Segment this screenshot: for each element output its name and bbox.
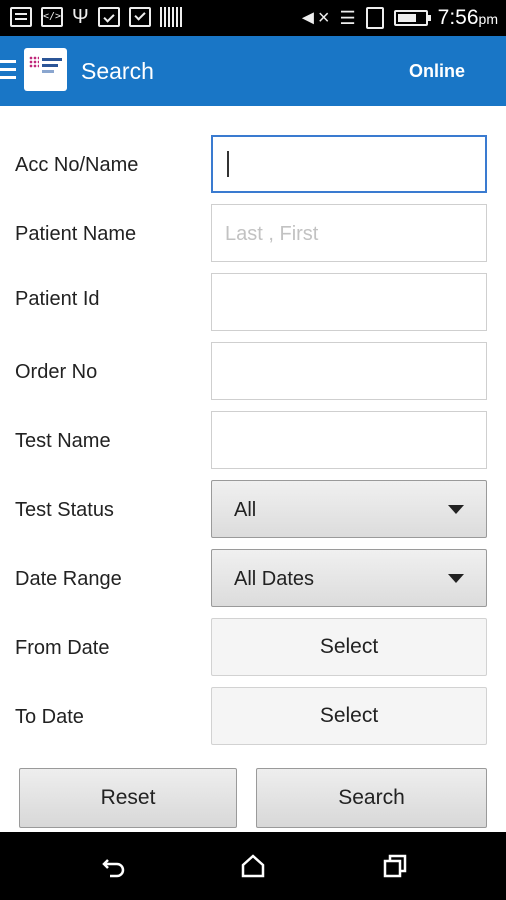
reset-button[interactable]: Reset — [19, 768, 237, 828]
sim-icon — [365, 7, 384, 29]
date-range-value: All Dates — [234, 568, 315, 590]
system-nav-bar — [0, 832, 506, 900]
from-date-button[interactable]: Select — [211, 618, 487, 676]
clipboard-check-icon — [97, 7, 120, 27]
from-date-label: From Date — [15, 637, 110, 659]
order-no-input[interactable] — [211, 342, 487, 400]
acc-label: Acc No/Name — [15, 154, 139, 176]
connection-status: Online — [408, 61, 465, 81]
patient-id-label: Patient Id — [15, 288, 100, 310]
test-name-label: Test Name — [15, 430, 111, 452]
recent-apps-icon[interactable] — [380, 851, 410, 881]
search-button[interactable]: Search — [256, 768, 487, 828]
app-logo[interactable] — [24, 48, 67, 91]
text-cursor — [227, 151, 229, 177]
battery-icon — [393, 10, 431, 26]
code-icon: </> — [41, 7, 63, 27]
patient-name-label: Patient Name — [15, 223, 137, 245]
back-icon[interactable] — [98, 851, 128, 881]
test-status-label: Test Status — [15, 499, 114, 521]
dropdown-arrow-icon — [448, 574, 464, 583]
status-bar: </> Ψ ◄× ☰ 7:56pm — [0, 0, 506, 36]
patient-id-input[interactable] — [211, 273, 487, 331]
action-bar: Search Online — [0, 36, 506, 106]
date-range-label: Date Range — [15, 568, 122, 590]
patient-name-input[interactable]: Last , First — [211, 204, 487, 262]
wifi-icon: ☰ — [339, 8, 356, 28]
image-icon — [10, 7, 32, 27]
date-range-select[interactable]: All Dates — [211, 549, 487, 607]
page-title: Search — [81, 58, 154, 84]
usb-icon: Ψ — [72, 6, 89, 28]
menu-icon[interactable] — [0, 60, 16, 80]
to-date-button[interactable]: Select — [211, 687, 487, 745]
acc-input[interactable] — [211, 135, 487, 193]
test-name-input[interactable] — [211, 411, 487, 469]
test-status-value: All — [234, 499, 257, 521]
mute-icon: ◄× — [298, 7, 330, 29]
barcode-icon — [159, 7, 182, 27]
dropdown-arrow-icon — [448, 505, 464, 514]
home-icon[interactable] — [238, 851, 268, 881]
checkbox-icon — [128, 7, 151, 27]
order-no-label: Order No — [15, 361, 98, 383]
test-status-select[interactable]: All — [211, 480, 487, 538]
clock: 7:56pm — [437, 6, 498, 29]
to-date-label: To Date — [15, 706, 84, 728]
patient-name-placeholder: Last , First — [225, 223, 319, 245]
